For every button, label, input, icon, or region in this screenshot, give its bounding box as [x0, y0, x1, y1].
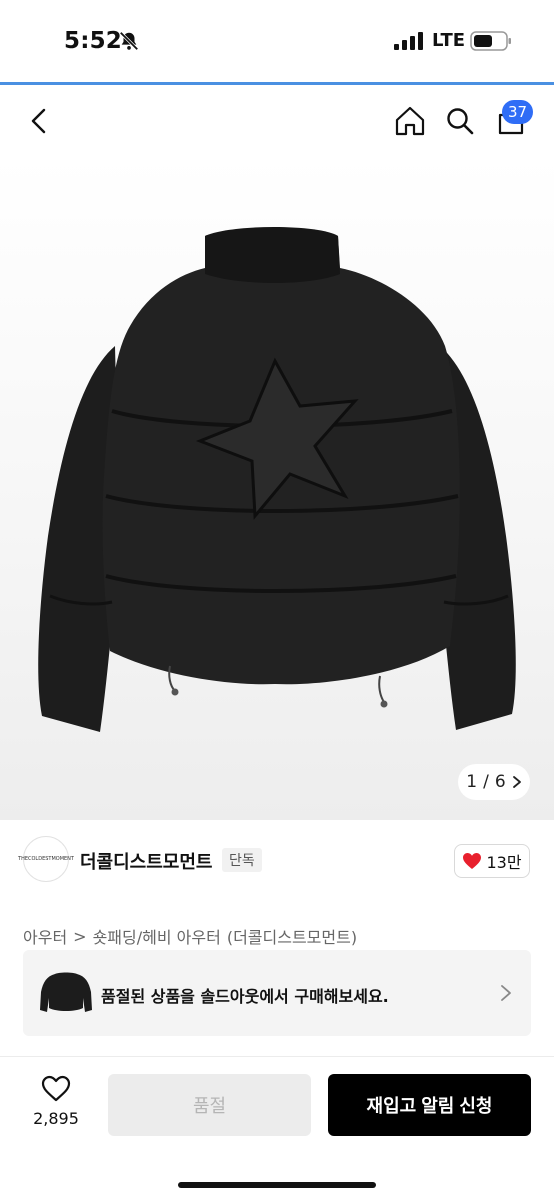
- top-nav: [0, 86, 554, 156]
- search-button[interactable]: [443, 104, 477, 138]
- breadcrumb-category[interactable]: 아우터: [23, 924, 67, 948]
- back-button[interactable]: [22, 104, 56, 138]
- brand-logo-text: THECOLDESTMOMENT: [18, 856, 74, 862]
- restock-alert-button[interactable]: 재입고 알림 신청: [328, 1074, 531, 1136]
- brand-like-button[interactable]: 13만: [454, 844, 530, 878]
- home-button[interactable]: [393, 104, 427, 138]
- breadcrumb-brand[interactable]: (더콜디스트모먼트): [227, 924, 357, 948]
- search-icon: [447, 108, 474, 135]
- soldout-button: 품절: [108, 1074, 311, 1136]
- signal-icon: [394, 32, 423, 50]
- chevron-right-icon: [512, 776, 521, 788]
- gallery-separator: /: [483, 772, 489, 792]
- breadcrumb: 아우터 > 숏패딩/헤비 아우터 (더콜디스트모먼트): [23, 924, 357, 948]
- breadcrumb-separator: >: [73, 926, 87, 946]
- gallery-total: 6: [494, 772, 506, 792]
- heart-filled-icon: [463, 853, 482, 869]
- product-photo: [38, 227, 516, 732]
- product-image-gallery[interactable]: 1 / 6: [0, 156, 554, 820]
- breadcrumb-subcategory[interactable]: 숏패딩/헤비 아우터: [93, 924, 221, 948]
- brand-logo[interactable]: THECOLDESTMOMENT: [18, 836, 74, 882]
- battery-icon: [470, 31, 511, 51]
- wishlist-button[interactable]: 2,895: [26, 1075, 86, 1141]
- banner-product-thumbnail: [40, 972, 92, 1012]
- network-type: LTE: [432, 30, 466, 51]
- bell-muted-icon: [119, 31, 139, 51]
- banner-text: 품절된 상품을 솔드아웃에서 구매해보세요.: [101, 987, 389, 1006]
- chevron-left-icon: [31, 108, 46, 134]
- status-bar: 5:52 LTE: [0, 0, 554, 84]
- brand-like-count: 13만: [486, 853, 522, 872]
- exclusive-badge: 단독: [222, 848, 262, 872]
- bottom-action-bar: 2,895 품절 재입고 알림 신청: [0, 1056, 554, 1200]
- progress-line: [0, 82, 554, 85]
- home-indicator[interactable]: [178, 1182, 376, 1188]
- cart-count-badge: 37: [502, 100, 534, 124]
- soldout-promo-banner[interactable]: 품절된 상품을 솔드아웃에서 구매해보세요.: [23, 950, 531, 1036]
- brand-name[interactable]: 더콜디스트모먼트: [80, 848, 212, 874]
- status-time: 5:52: [64, 28, 123, 54]
- home-icon: [395, 106, 425, 136]
- heart-outline-icon: [41, 1075, 71, 1102]
- chevron-right-icon: [501, 985, 511, 1001]
- wishlist-count: 2,895: [33, 1109, 79, 1128]
- brand-row: THECOLDESTMOMENT 더콜디스트모먼트 단독 13만: [0, 828, 554, 892]
- gallery-current: 1: [466, 772, 478, 792]
- gallery-page-indicator[interactable]: 1 / 6: [458, 764, 530, 800]
